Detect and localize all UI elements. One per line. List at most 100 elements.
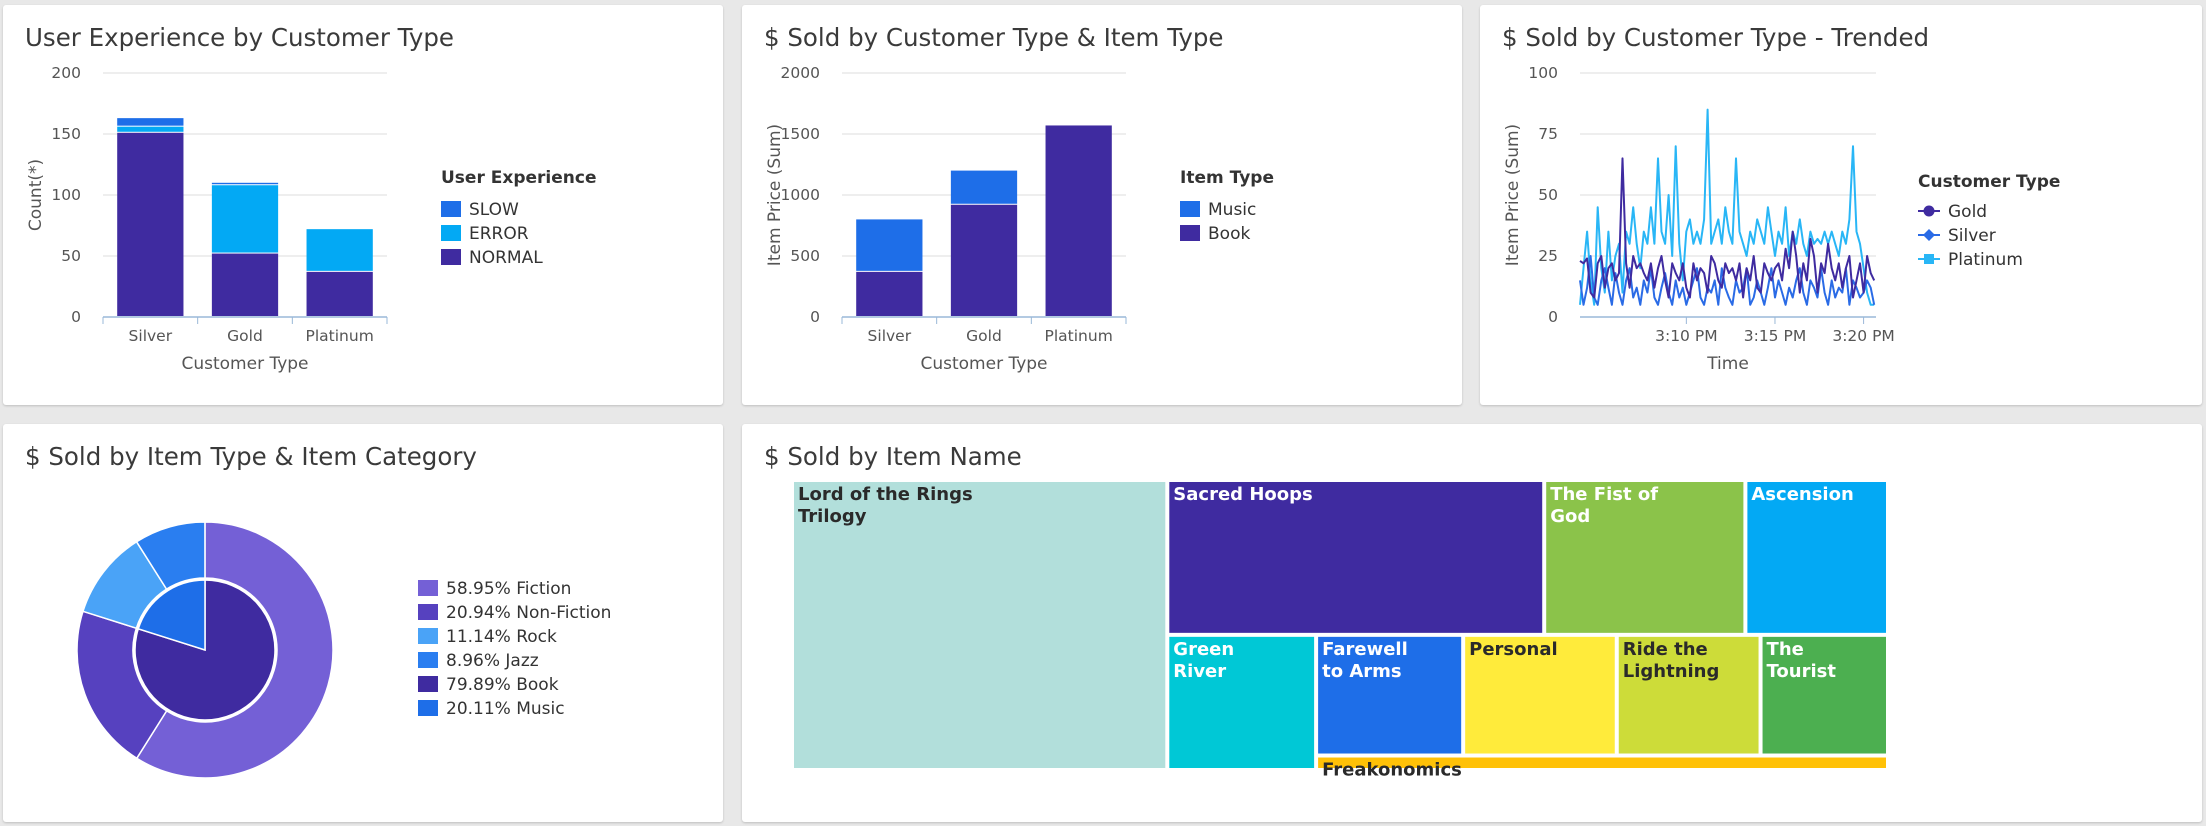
treemap-label-the-tourist: Tourist [1767,661,1837,682]
treemap-label-the-fist-of-god: The Fist of [1550,484,1658,505]
treemap-label-sacred-hoops: Sacred Hoops [1173,484,1312,505]
legend-marker-platinum [1924,254,1934,264]
legend-label-music: 20.11% Music [446,699,565,719]
x-axis-label: Customer Type [181,354,308,374]
y-tick-label: 200 [51,64,81,82]
panel-user-experience: User Experience by Customer Type 0 50 100 1… [3,5,723,405]
bar-normal [306,271,373,316]
treemap-label-lord-of-the-rings-trilogy: Trilogy [798,506,867,527]
legend-title: User Experience [441,168,596,188]
treemap-label-green-river: Green [1173,639,1234,660]
legend-label-rock: 11.14% Rock [446,627,557,647]
legend-marker-silver [1923,229,1935,241]
panel-sold-trended: $ Sold by Customer Type - Trended 0 25 50 7… [1480,5,2202,405]
bar-error [211,185,279,253]
legend-swatch-music [418,700,438,716]
y-tick-label: 2000 [781,64,820,82]
treemap-label-farewell-to-arms: Farewell [1322,639,1408,660]
treemap-label-ride-the-lightning: Ride the [1623,639,1708,660]
legend-label-gold: Gold [1948,202,1987,222]
legend-swatch-music [1180,201,1200,217]
y-tick-label: 75 [1538,125,1558,143]
treemap-label-freakonomics: Freakonomics [1322,760,1462,781]
bar-book [950,204,1018,316]
bar-error [117,126,184,132]
legend-label-non-fiction: 20.94% Non-Fiction [446,603,611,623]
x-tick-label: Silver [129,327,173,345]
x-tick-label: 3:10 PM [1655,327,1717,345]
legend-label-music: Music [1208,200,1256,220]
y-tick-label: 0 [810,308,820,326]
legend-swatch-rock [418,628,438,644]
treemap-label-the-fist-of-god: God [1550,506,1590,527]
treemap-label-the-tourist: The [1767,639,1804,660]
item-name-treemap: Lord of the RingsTrilogy Sacred Hoops The … [794,482,1886,781]
legend-swatch-book [1180,225,1200,241]
x-tick-label: Gold [966,327,1002,345]
y-tick-label: 25 [1538,247,1558,265]
legend-swatch-slow [441,201,461,217]
sold-trended-chart: 0 25 50 75 100 3:10 PM 3:15 PM 3:20 PM Time Item … [1503,64,2060,374]
y-tick-label: 0 [1548,308,1558,326]
legend-title: Customer Type [1918,172,2060,192]
x-tick-label: 3:15 PM [1744,327,1806,345]
legend-label-error: ERROR [469,224,529,244]
legend-label-platinum: Platinum [1948,250,2023,270]
legend-marker-gold [1923,205,1935,217]
treemap-label-personal: Personal [1469,639,1558,660]
treemap-label-green-river: River [1173,661,1226,682]
bar-normal [117,132,184,316]
legend-title: Item Type [1180,168,1274,188]
x-tick-label: Silver [868,327,912,345]
y-tick-label: 100 [51,186,81,204]
y-tick-label: 1500 [781,125,820,143]
treemap-label-ascension: Ascension [1751,484,1853,505]
treemap-label-farewell-to-arms: to Arms [1322,661,1402,682]
y-tick-label: 50 [61,247,81,265]
bar-error [306,229,373,271]
legend-swatch-normal [441,249,461,265]
y-tick-label: 1000 [781,186,820,204]
y-tick-label: 0 [71,308,81,326]
bar-music [856,219,923,271]
user-experience-chart: 0 50 100 150 200 Silver Gold Platinum Customer T… [26,64,596,374]
x-axis-label: Customer Type [920,354,1047,374]
sold-by-customer-item-chart: 0 500 1000 1500 2000 Silver Gold Platinum Custom… [765,64,1274,374]
y-axis-label: Item Price (Sum) [765,124,785,266]
legend-label-jazz: 8.96% Jazz [446,651,539,671]
legend-label-silver: Silver [1948,226,1996,246]
y-axis-label: Count(*) [26,159,46,231]
legend-label-normal: NORMAL [469,248,543,268]
x-axis-label: Time [1706,354,1749,374]
legend-swatch-non-fiction [418,604,438,620]
bar-normal [211,253,279,316]
legend-label-book: 79.89% Book [446,675,559,695]
legend-swatch-book [418,676,438,692]
y-axis-label: Item Price (Sum) [1503,124,1523,266]
y-tick-label: 150 [51,125,81,143]
treemap-label-ride-the-lightning: Lightning [1623,661,1720,682]
bar-book [856,271,923,316]
panel-sold-by-item-category: $ Sold by Item Type & Item Category 58.9… [3,424,723,822]
bar-slow [211,182,279,185]
legend-label-fiction: 58.95% Fiction [446,579,571,599]
panel-sold-by-item-name: $ Sold by Item Name Lord of the Rings Tri… [742,424,2202,822]
legend-swatch-error [441,225,461,241]
y-tick-label: 50 [1538,186,1558,204]
bar-music [950,170,1018,204]
x-tick-label: Gold [227,327,263,345]
x-tick-label: Platinum [306,327,374,345]
item-category-donut-chart: 58.95% Fiction 20.94% Non-Fiction 11.14% R… [76,521,611,779]
y-tick-label: 500 [790,247,820,265]
legend-label-slow: SLOW [469,200,519,220]
bar-slow [117,118,184,126]
legend-label-book: Book [1208,224,1250,244]
y-tick-label: 100 [1528,64,1558,82]
bar-book [1045,125,1112,317]
x-tick-label: Platinum [1045,327,1113,345]
legend-swatch-jazz [418,652,438,668]
legend-swatch-fiction [418,580,438,596]
treemap-label-lord-of-the-rings-trilogy: Lord of the Rings [798,484,973,505]
panel-sold-by-customer-item-type: $ Sold by Customer Type & Item Type 0 500… [742,5,1462,405]
x-tick-label: 3:20 PM [1832,327,1894,345]
